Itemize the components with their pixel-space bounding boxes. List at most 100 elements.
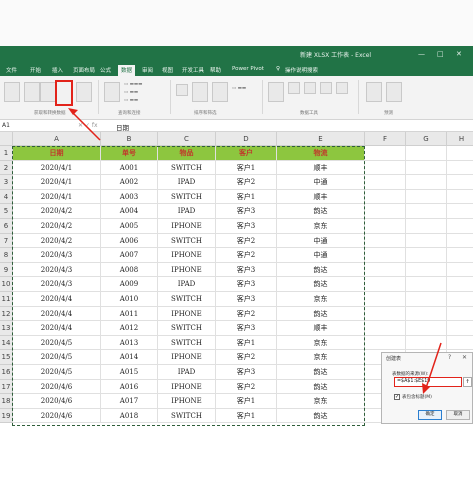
table-cell[interactable]: 顺丰	[277, 189, 365, 205]
row-header[interactable]: 3	[0, 175, 13, 190]
row-header[interactable]: 5	[0, 204, 13, 219]
row-header[interactable]: 8	[0, 248, 13, 263]
advanced-filter-item[interactable]: ▭ ▬▬	[232, 86, 246, 91]
row-header[interactable]: 12	[0, 306, 13, 322]
table-cell[interactable]	[406, 204, 447, 219]
row-header[interactable]: 4	[0, 189, 13, 205]
table-cell[interactable]: 2020/4/6	[13, 394, 101, 409]
table-cell[interactable]: IPHONE	[158, 379, 216, 395]
table-cell[interactable]: 京东	[277, 292, 365, 307]
range-input[interactable]: =$A$1:$E$19	[394, 377, 462, 387]
table-cell[interactable]	[447, 161, 473, 176]
table-cell[interactable]	[365, 335, 406, 351]
tab-power-pivot[interactable]: Power Pivot	[232, 66, 264, 72]
table-cell[interactable]: 京东	[277, 350, 365, 365]
table-cell[interactable]: A002	[101, 175, 158, 190]
table-cell[interactable]: 客户2	[216, 350, 277, 365]
table-cell[interactable]: IPAD	[158, 277, 216, 292]
table-cell[interactable]: 2020/4/1	[13, 189, 101, 205]
table-cell[interactable]: 2020/4/1	[13, 160, 101, 176]
row-header[interactable]: 19	[0, 408, 13, 424]
table-cell[interactable]: 客户1	[216, 394, 277, 409]
from-web-button[interactable]	[40, 82, 56, 102]
table-cell[interactable]: 客户1	[216, 160, 277, 176]
table-cell[interactable]: SWITCH	[158, 233, 216, 249]
table-cell[interactable]: 2020/4/3	[13, 262, 101, 278]
table-cell[interactable]: A013	[101, 335, 158, 351]
what-if-button[interactable]	[366, 82, 382, 102]
table-cell[interactable]: 2020/4/2	[13, 233, 101, 249]
table-cell[interactable]: IPHONE	[158, 248, 216, 263]
table-cell[interactable]: 2020/4/5	[13, 365, 101, 380]
table-cell[interactable]	[447, 234, 473, 249]
text-to-columns-button[interactable]	[268, 82, 284, 102]
table-cell[interactable]: A015	[101, 365, 158, 380]
table-cell[interactable]	[406, 321, 447, 336]
header-cell[interactable]	[365, 146, 406, 161]
table-cell[interactable]: 京东	[277, 394, 365, 409]
table-cell[interactable]: 2020/4/6	[13, 408, 101, 424]
table-cell[interactable]: A004	[101, 204, 158, 219]
close-window-button[interactable]: ✕	[456, 50, 462, 58]
table-cell[interactable]	[365, 175, 406, 190]
table-cell[interactable]: IPHONE	[158, 394, 216, 409]
row-header[interactable]: 13	[0, 321, 13, 336]
table-cell[interactable]	[406, 277, 447, 292]
data-validation-button[interactable]	[320, 82, 332, 94]
table-cell[interactable]: 2020/4/3	[13, 248, 101, 263]
table-cell[interactable]	[447, 321, 473, 336]
table-cell[interactable]: 2020/4/3	[13, 277, 101, 292]
table-cell[interactable]: A003	[101, 189, 158, 205]
worksheet-grid[interactable]: A B C D E F G H 1 2 3 4 5 6 7 8 9 10 11 12 13 14 15 16 17 18 19 日期单…	[0, 132, 473, 477]
select-all-corner[interactable]	[0, 132, 13, 146]
tab-insert[interactable]: 插入	[52, 66, 63, 74]
table-cell[interactable]: 客户2	[216, 175, 277, 190]
table-cell[interactable]: 客户2	[216, 379, 277, 395]
header-cell[interactable]: 客户	[216, 146, 277, 161]
column-header[interactable]: C	[158, 132, 216, 146]
table-cell[interactable]: 京东	[277, 335, 365, 351]
header-cell[interactable]	[447, 146, 473, 161]
cancel-button[interactable]: 取消	[446, 410, 470, 420]
table-cell[interactable]: 2020/4/1	[13, 175, 101, 190]
table-cell[interactable]	[365, 277, 406, 292]
table-cell[interactable]: A011	[101, 306, 158, 322]
table-cell[interactable]: IPAD	[158, 365, 216, 380]
table-cell[interactable]	[406, 175, 447, 190]
tab-formulas[interactable]: 公式	[100, 66, 111, 74]
table-cell[interactable]: 客户1	[216, 189, 277, 205]
table-cell[interactable]: 客户3	[216, 365, 277, 380]
table-cell[interactable]	[365, 219, 406, 234]
table-cell[interactable]	[365, 248, 406, 263]
close-icon[interactable]: ✕	[462, 354, 467, 361]
table-cell[interactable]: 2020/4/6	[13, 379, 101, 395]
table-cell[interactable]	[365, 204, 406, 219]
tell-me-search[interactable]: 操作说明搜索	[285, 66, 318, 74]
table-cell[interactable]: SWITCH	[158, 189, 216, 205]
table-cell[interactable]	[365, 189, 406, 205]
table-cell[interactable]: SWITCH	[158, 321, 216, 336]
table-cell[interactable]: 韵达	[277, 262, 365, 278]
row-header[interactable]: 2	[0, 160, 13, 176]
table-cell[interactable]: 中通	[277, 175, 365, 190]
table-cell[interactable]: A010	[101, 292, 158, 307]
table-cell[interactable]: 客户3	[216, 204, 277, 219]
tab-review[interactable]: 审阅	[142, 66, 153, 74]
edit-links-item[interactable]: ▭ ▬▬	[124, 98, 138, 103]
table-cell[interactable]	[447, 204, 473, 219]
table-cell[interactable]: IPAD	[158, 204, 216, 219]
table-cell[interactable]	[447, 307, 473, 322]
queries-connections-item[interactable]: ▭ ▬▬▬	[124, 82, 142, 87]
table-cell[interactable]	[447, 336, 473, 351]
table-cell[interactable]: A005	[101, 219, 158, 234]
table-cell[interactable]: 客户2	[216, 233, 277, 249]
table-cell[interactable]: SWITCH	[158, 160, 216, 176]
table-cell[interactable]: 中通	[277, 233, 365, 249]
header-cell[interactable]: 物流	[277, 146, 365, 161]
table-cell[interactable]	[447, 277, 473, 292]
table-cell[interactable]: 韵达	[277, 408, 365, 424]
table-cell[interactable]: 2020/4/2	[13, 204, 101, 219]
row-header[interactable]: 11	[0, 292, 13, 307]
header-cell[interactable]: 物品	[158, 146, 216, 161]
row-header[interactable]: 17	[0, 379, 13, 395]
